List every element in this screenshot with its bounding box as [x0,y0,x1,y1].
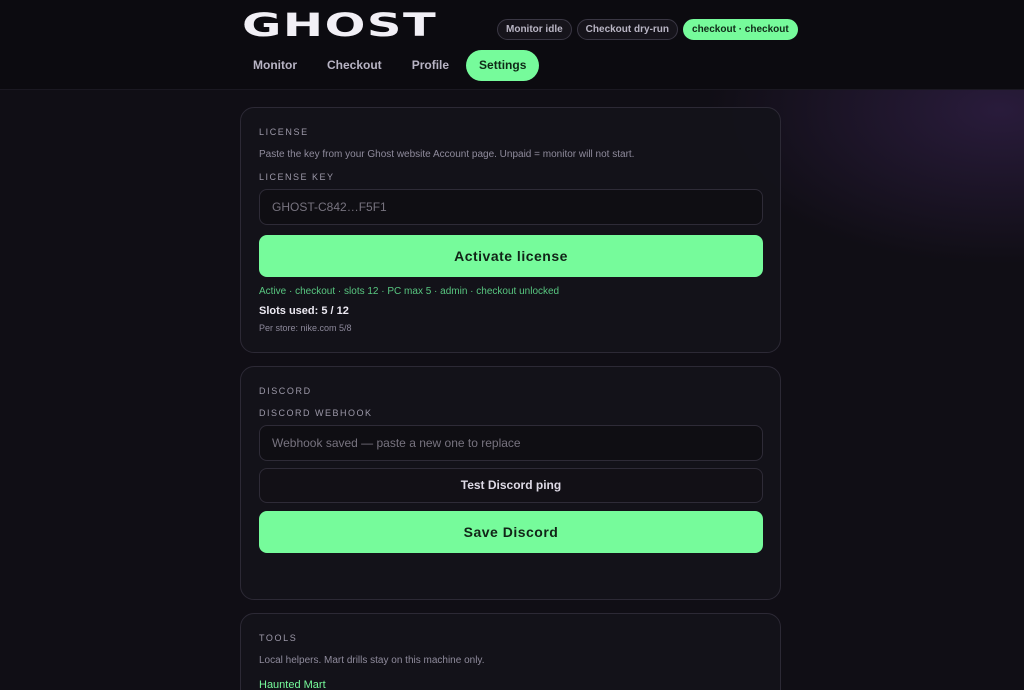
activate-license-button[interactable]: Activate license [259,235,763,277]
status-pill-checkout-mode: Checkout dry-run [576,19,679,40]
discord-card: DISCORD DISCORD WEBHOOK Webhook saved — … [240,366,781,600]
test-discord-ping-button[interactable]: Test Discord ping [259,468,763,503]
license-key-label: LICENSE KEY [259,172,335,182]
discord-webhook-label: DISCORD WEBHOOK [259,408,373,418]
per-store-usage: Per store: nike.com 5/8 [259,323,352,333]
license-status-text: Active · checkout · slots 12 · PC max 5 … [259,286,560,297]
status-pill-monitor: Monitor idle [497,19,572,40]
tools-hint: Local helpers. Mart drills stay on this … [259,655,485,666]
tools-section-title: TOOLS [259,633,298,643]
save-discord-button[interactable]: Save Discord [259,511,763,553]
app-logo: GHOST [242,6,438,44]
license-card: LICENSE Paste the key from your Ghost we… [240,107,781,353]
top-bar: GHOST Monitor idle Checkout dry-run chec… [0,0,1024,90]
status-pill-license-tier: checkout · checkout [683,19,798,40]
slots-used: Slots used: 5 / 12 [259,305,349,317]
license-hint: Paste the key from your Ghost website Ac… [259,149,635,160]
tab-profile[interactable]: Profile [399,50,462,81]
haunted-mart-link[interactable]: Haunted Mart [259,679,326,690]
main-nav: Monitor Checkout Profile Settings [240,50,543,81]
license-key-input[interactable]: GHOST-C842…F5F1 [259,189,763,225]
license-section-title: LICENSE [259,127,309,137]
tab-checkout[interactable]: Checkout [314,50,395,81]
status-pills: Monitor idle Checkout dry-run checkout ·… [497,19,798,40]
tools-card: TOOLS Local helpers. Mart drills stay on… [240,613,781,690]
tab-settings[interactable]: Settings [466,50,540,81]
tab-monitor[interactable]: Monitor [240,50,310,81]
discord-webhook-input[interactable]: Webhook saved — paste a new one to repla… [259,425,763,461]
discord-section-title: DISCORD [259,386,312,396]
